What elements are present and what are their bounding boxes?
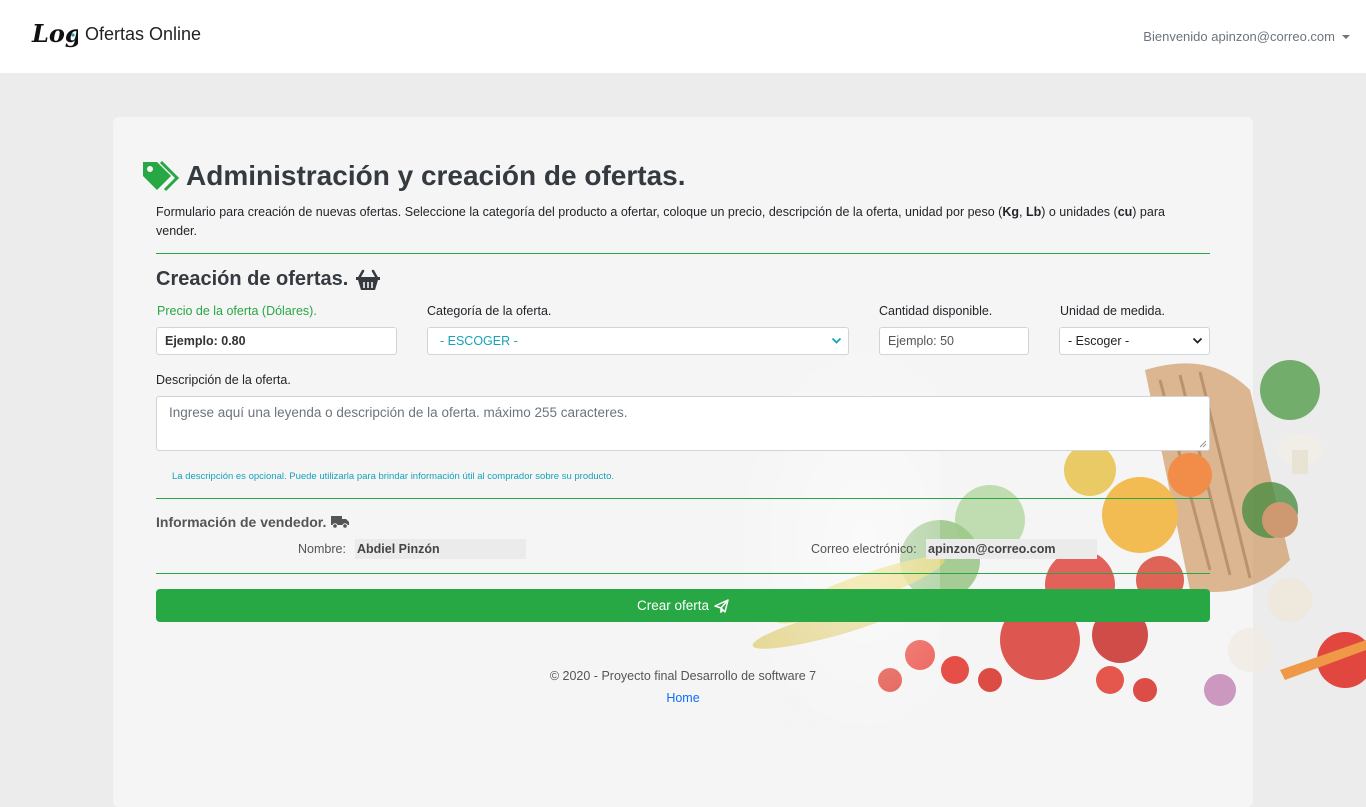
resize-grip-icon[interactable] (1199, 440, 1207, 448)
truck-icon (331, 516, 350, 529)
chevron-down-icon (831, 337, 842, 344)
divider (156, 573, 1210, 574)
user-greeting: Bienvenido apinzon@correo.com (1143, 29, 1335, 44)
create-offer-button[interactable]: Crear oferta (156, 589, 1210, 622)
unit-select[interactable]: - Escoger - (1059, 327, 1210, 355)
intro-text: Formulario para creación de nuevas ofert… (156, 205, 1165, 238)
top-navbar: Logo Ofertas Online Bienvenido apinzon@c… (0, 0, 1366, 73)
brand-name[interactable]: Ofertas Online (85, 24, 201, 45)
quantity-label: Cantidad disponible. (879, 304, 993, 318)
user-menu-dropdown[interactable]: Bienvenido apinzon@correo.com (1143, 29, 1350, 44)
chevron-down-icon (1192, 337, 1203, 344)
page-title-row: Administración y creación de ofertas. (141, 160, 686, 192)
footer-copyright: © 2020 - Proyecto final Desarrollo de so… (549, 669, 817, 683)
section-title: Creación de ofertas. (156, 268, 381, 291)
description-textarea[interactable]: Ingrese aquí una leyenda o descripción d… (156, 396, 1210, 451)
description-label: Descripción de la oferta. (156, 373, 291, 387)
vendor-email-label: Correo electrónico: (811, 542, 917, 556)
price-input[interactable]: Ejemplo: 0.80 (156, 327, 397, 355)
vendor-title: Información de vendedor. (156, 514, 350, 530)
unit-label: Unidad de medida. (1060, 304, 1165, 318)
divider (156, 253, 1210, 254)
page-title: Administración y creación de ofertas. (186, 160, 686, 191)
tags-icon (143, 160, 179, 192)
logo[interactable]: Logo (30, 10, 78, 62)
vendor-name-label: Nombre: (298, 542, 346, 556)
logo-text: Logo (31, 19, 78, 48)
basket-icon (356, 269, 381, 290)
footer-home-link: Home (0, 691, 1366, 705)
price-label: Precio de la oferta (Dólares). (157, 304, 317, 318)
description-hint: La descripción es opcional. Puede utiliz… (172, 471, 614, 482)
vendor-name-value: Abdiel Pinzón (355, 539, 526, 559)
quantity-input[interactable]: Ejemplo: 50 (879, 327, 1029, 355)
category-select[interactable]: - ESCOGER - (427, 327, 849, 355)
caret-down-icon (1342, 34, 1350, 39)
category-label: Categoría de la oferta. (427, 304, 552, 318)
paper-plane-icon (714, 598, 729, 613)
vendor-email-value: apinzon@correo.com (926, 539, 1097, 559)
home-link[interactable]: Home (666, 691, 699, 705)
divider (156, 498, 1210, 499)
